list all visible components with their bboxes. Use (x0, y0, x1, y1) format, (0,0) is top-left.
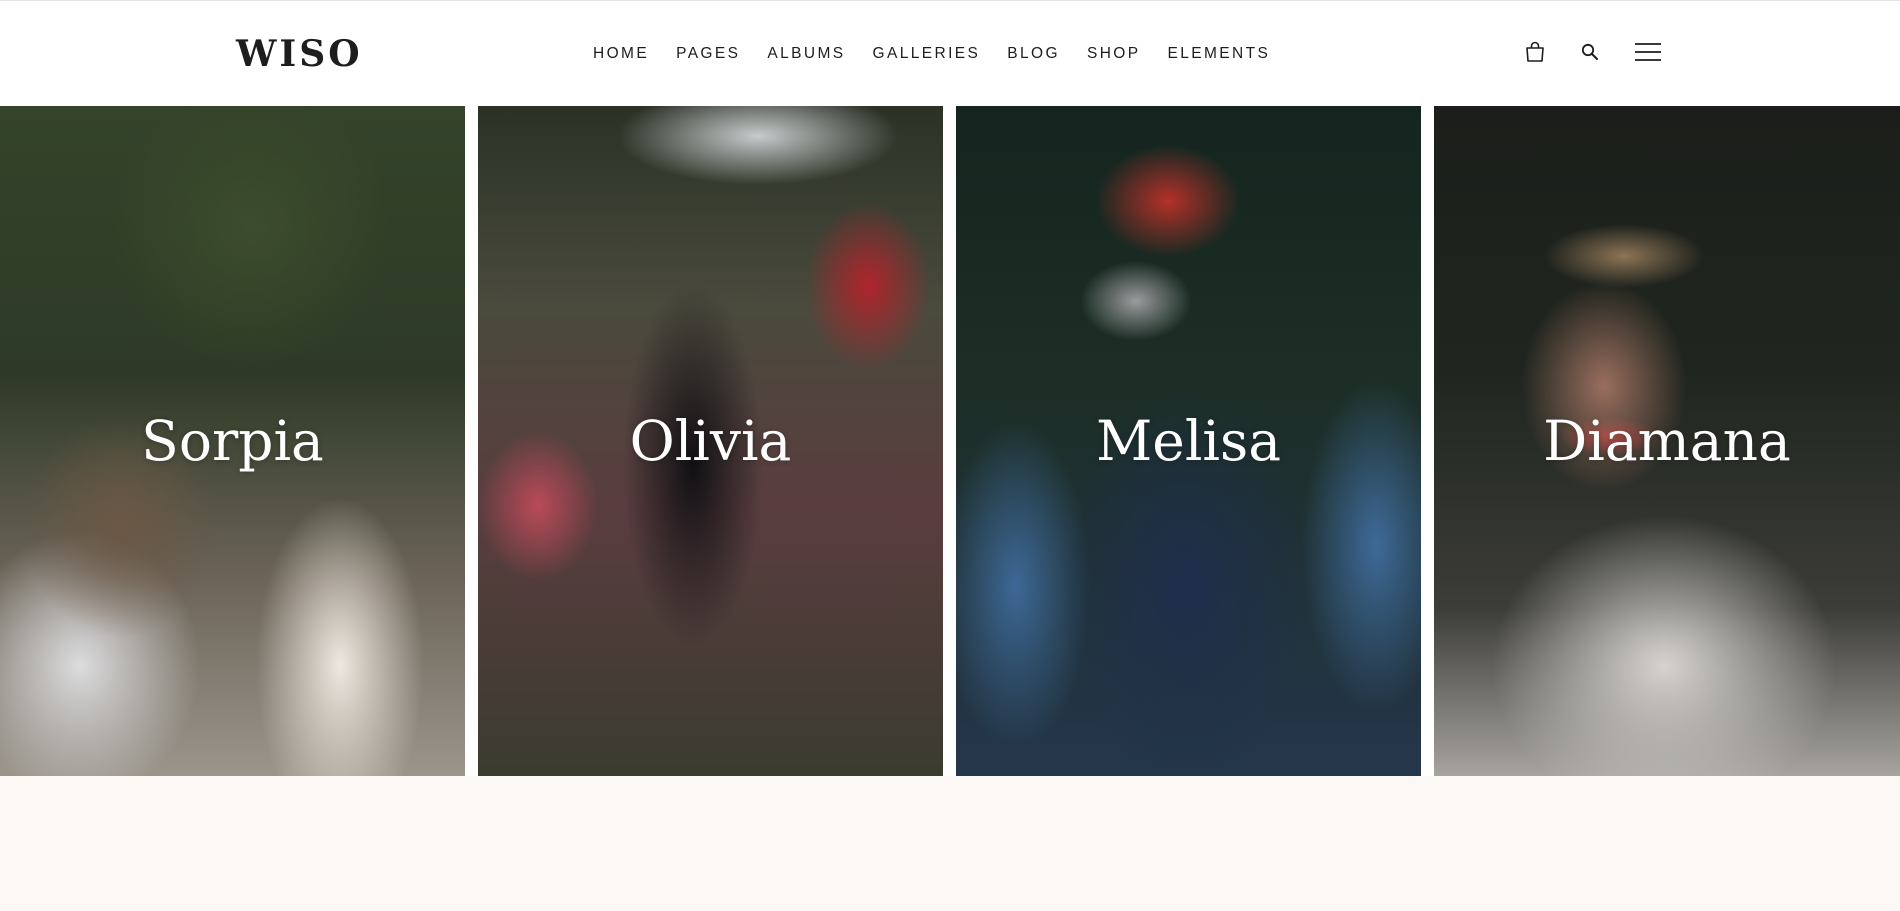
gallery-gap (943, 106, 956, 776)
album-gallery: Sorpia Olivia Melisa Diamana (0, 106, 1900, 776)
album-card-sorpia[interactable]: Sorpia (0, 106, 465, 776)
site-header: WISO HOME PAGES ALBUMS GALLERIES BLOG SH… (0, 1, 1900, 106)
album-title: Diamana (1543, 409, 1791, 473)
cart-button[interactable] (1520, 37, 1550, 67)
album-card-olivia[interactable]: Olivia (478, 106, 943, 776)
search-button[interactable] (1575, 37, 1605, 67)
nav-item-pages[interactable]: PAGES (676, 43, 740, 65)
nav-item-shop[interactable]: SHOP (1087, 43, 1141, 65)
nav-item-albums[interactable]: ALBUMS (767, 43, 845, 65)
album-card-melisa[interactable]: Melisa (956, 106, 1421, 776)
main-navigation: HOME PAGES ALBUMS GALLERIES BLOG SHOP EL… (593, 43, 1297, 65)
nav-item-elements[interactable]: ELEMENTS (1168, 43, 1271, 65)
nav-item-blog[interactable]: BLOG (1007, 43, 1060, 65)
menu-button[interactable] (1633, 37, 1663, 67)
album-title: Olivia (629, 409, 792, 473)
album-title: Sorpia (141, 409, 324, 473)
gallery-gap (465, 106, 478, 776)
nav-item-galleries[interactable]: GALLERIES (873, 43, 981, 65)
album-title: Melisa (1095, 409, 1282, 473)
site-logo[interactable]: WISO (236, 31, 363, 77)
album-card-diamana[interactable]: Diamana (1434, 106, 1900, 776)
nav-item-home[interactable]: HOME (593, 43, 649, 65)
hamburger-menu-icon (1635, 43, 1661, 61)
shopping-bag-icon (1526, 41, 1544, 62)
search-icon (1581, 43, 1598, 60)
gallery-gap (1421, 106, 1434, 776)
